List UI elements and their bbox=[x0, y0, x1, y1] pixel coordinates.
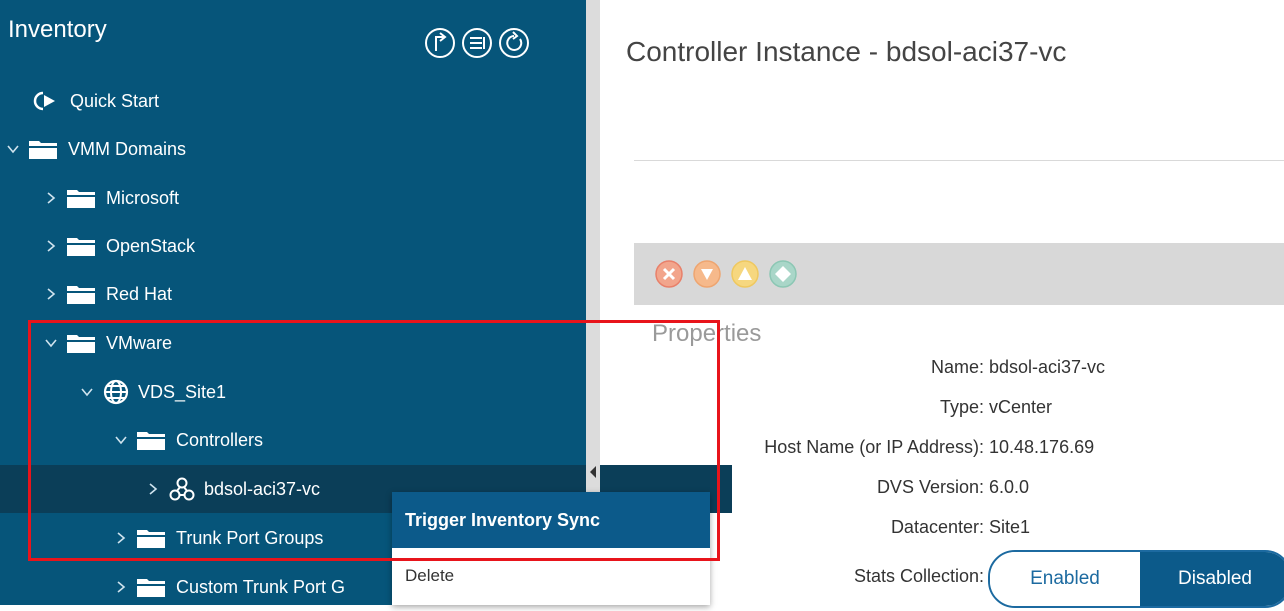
header-icons bbox=[423, 26, 531, 60]
sidebar-header: Inventory bbox=[0, 0, 586, 80]
sidebar-item-label: Quick Start bbox=[70, 90, 160, 111]
critical-fault-icon[interactable] bbox=[654, 259, 684, 289]
folder-icon bbox=[29, 141, 57, 159]
property-row-datacenter: Datacenter: Site1 bbox=[634, 517, 1284, 549]
stats-collection-toggle[interactable]: Enabled Disabled bbox=[988, 550, 1284, 608]
chevron-down-icon[interactable] bbox=[44, 336, 58, 350]
property-label: Stats Collection: bbox=[853, 566, 984, 586]
refresh-icon[interactable] bbox=[497, 26, 531, 60]
disabled-option[interactable]: Disabled bbox=[1140, 552, 1284, 606]
sidebar-item-label: VMware bbox=[106, 332, 173, 353]
vcenter-icon bbox=[169, 477, 195, 501]
sidebar-item-label: Controllers bbox=[176, 429, 264, 450]
context-menu: Trigger Inventory Sync Delete bbox=[392, 492, 710, 605]
property-label: Datacenter: bbox=[890, 517, 984, 537]
chevron-down-icon[interactable] bbox=[114, 433, 128, 447]
major-fault-icon[interactable] bbox=[692, 259, 722, 289]
property-value: 6.0.0 bbox=[989, 477, 1030, 497]
chevron-right-icon[interactable] bbox=[44, 191, 58, 205]
property-value: 10.48.176.69 bbox=[989, 437, 1095, 457]
property-row-name: Name: bdsol-aci37-vc bbox=[634, 357, 1284, 389]
property-label: DVS Version: bbox=[876, 477, 984, 497]
property-row-host-name: Host Name (or IP Address): 10.48.176.69 bbox=[634, 437, 1284, 469]
sidebar-title: Inventory bbox=[8, 16, 107, 43]
chevron-right-icon[interactable] bbox=[114, 531, 128, 545]
property-row-dvs-version: DVS Version: 6.0.0 bbox=[634, 477, 1284, 509]
chevron-right-icon[interactable] bbox=[44, 287, 58, 301]
sidebar-item-vmm-domains[interactable]: VMM Domains bbox=[0, 125, 592, 173]
property-value: vCenter bbox=[989, 397, 1053, 417]
chevron-right-icon[interactable] bbox=[146, 482, 160, 496]
minor-fault-icon[interactable] bbox=[730, 259, 760, 289]
sidebar-item-label: Microsoft bbox=[106, 187, 180, 208]
property-row-type: Type: vCenter bbox=[634, 397, 1284, 429]
sidebar-item-microsoft[interactable]: Microsoft bbox=[0, 174, 630, 222]
chevron-down-icon[interactable] bbox=[80, 385, 94, 399]
folder-icon bbox=[137, 530, 165, 548]
property-label: Host Name (or IP Address): bbox=[764, 437, 984, 457]
property-label: Type: bbox=[939, 397, 984, 417]
globe-icon bbox=[103, 379, 129, 405]
sidebar-item-vds-site1[interactable]: VDS_Site1 bbox=[0, 368, 666, 416]
property-label: Name: bbox=[930, 357, 984, 377]
collapse-left-icon[interactable] bbox=[590, 466, 596, 478]
folder-icon bbox=[137, 579, 165, 597]
sidebar-item-label: Red Hat bbox=[106, 283, 173, 304]
collapse-up-icon[interactable] bbox=[423, 26, 457, 60]
sidebar-item-label: Custom Trunk Port G bbox=[176, 576, 346, 597]
chevron-down-icon[interactable] bbox=[6, 142, 20, 156]
trigger-inventory-sync-menu-item[interactable]: Trigger Inventory Sync bbox=[392, 492, 710, 548]
sidebar-item-label: bdsol-aci37-vc bbox=[204, 478, 321, 499]
list-icon[interactable] bbox=[460, 26, 494, 60]
quick-start-icon bbox=[33, 91, 55, 111]
folder-icon bbox=[67, 238, 95, 256]
enabled-option[interactable]: Enabled bbox=[990, 552, 1140, 606]
sidebar-item-vmware[interactable]: VMware bbox=[0, 319, 630, 367]
sidebar-item-quick-start[interactable]: Quick Start bbox=[0, 77, 616, 125]
sidebar-item-label: VMM Domains bbox=[68, 138, 187, 159]
sidebar-item-label: Trunk Port Groups bbox=[176, 527, 324, 548]
properties-title: Properties bbox=[652, 320, 762, 347]
folder-icon bbox=[137, 432, 165, 450]
chevron-right-icon[interactable] bbox=[114, 580, 128, 594]
warning-fault-icon[interactable] bbox=[768, 259, 798, 289]
property-value: bdsol-aci37-vc bbox=[989, 357, 1106, 377]
chevron-right-icon[interactable] bbox=[44, 239, 58, 253]
fault-icons bbox=[654, 259, 798, 289]
property-value: Site1 bbox=[989, 517, 1031, 537]
folder-icon bbox=[67, 190, 95, 208]
sidebar-item-red-hat[interactable]: Red Hat bbox=[0, 270, 630, 318]
divider bbox=[634, 160, 1284, 161]
delete-menu-item[interactable]: Delete bbox=[392, 556, 710, 596]
sidebar-item-label: VDS_Site1 bbox=[138, 381, 227, 402]
folder-icon bbox=[67, 286, 95, 304]
sidebar-item-label: OpenStack bbox=[106, 235, 196, 256]
page-title: Controller Instance - bdsol-aci37-vc bbox=[626, 36, 1067, 67]
folder-icon bbox=[67, 335, 95, 353]
sidebar-item-openstack[interactable]: OpenStack bbox=[0, 222, 630, 270]
